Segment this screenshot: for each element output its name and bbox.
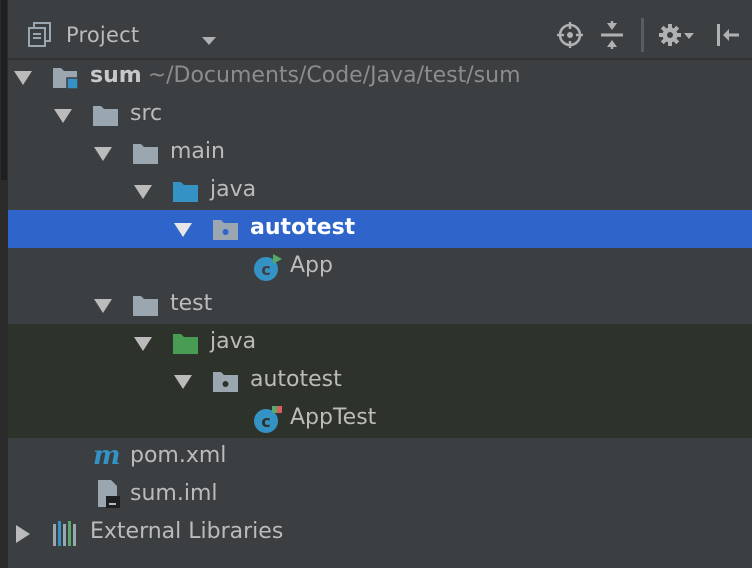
locate-icon[interactable] <box>556 21 584 49</box>
project-toolbar: Project <box>8 12 752 60</box>
expand-arrow-icon[interactable] <box>174 374 192 389</box>
tree-node-label: sum ~/Documents/Code/Java/test/sum <box>90 63 521 88</box>
tree-node-path: ~/Documents/Code/Java/test/sum <box>147 63 521 88</box>
expand-arrow-icon[interactable] <box>134 184 152 199</box>
left-edge-strip <box>0 0 8 568</box>
tree-node-main-java[interactable]: java <box>8 172 752 210</box>
svg-text:m: m <box>93 442 121 470</box>
expand-arrow-icon[interactable] <box>16 525 30 543</box>
gear-icon[interactable] <box>657 21 699 49</box>
source-folder-icon <box>172 178 200 204</box>
libraries-icon <box>52 520 80 546</box>
tree-node-src[interactable]: src <box>8 96 752 134</box>
tree-node-apptest-class[interactable]: c AppTest <box>8 400 752 438</box>
tree-node-label: main <box>170 139 225 164</box>
maven-file-icon: m <box>92 441 121 471</box>
runnable-class-icon: c <box>252 253 282 283</box>
folder-icon <box>132 292 160 318</box>
tree-node-label: pom.xml <box>130 443 227 468</box>
tree-node-label: sum.iml <box>130 481 218 506</box>
tree-node-label: src <box>130 101 163 126</box>
package-icon <box>212 216 240 242</box>
expand-arrow-icon[interactable] <box>174 222 192 237</box>
tree-node-label: App <box>290 253 333 278</box>
tree-node-external-libraries[interactable]: External Libraries <box>8 514 752 552</box>
tree-node-test-java[interactable]: java <box>8 324 752 362</box>
tree-node-app-class[interactable]: c App <box>8 248 752 286</box>
project-view-selector[interactable]: Project <box>66 23 139 47</box>
tree-node-test-package[interactable]: autotest <box>8 362 752 400</box>
expand-arrow-icon[interactable] <box>14 70 32 85</box>
expand-arrow-icon[interactable] <box>94 298 112 313</box>
tree-node-label: java <box>210 177 257 202</box>
tree-node-main[interactable]: main <box>8 134 752 172</box>
tree-node-label: test <box>170 291 213 316</box>
module-folder-icon <box>52 64 80 90</box>
tree-node-pom[interactable]: m pom.xml <box>8 438 752 476</box>
test-folder-icon <box>172 330 200 356</box>
folder-icon <box>92 102 120 128</box>
collapse-all-icon[interactable] <box>598 21 626 49</box>
tree-node-root[interactable]: sum ~/Documents/Code/Java/test/sum <box>8 58 752 96</box>
expand-arrow-icon[interactable] <box>134 336 152 351</box>
chevron-down-icon[interactable] <box>202 31 216 50</box>
project-view-icon <box>28 22 52 52</box>
tree-node-test[interactable]: test <box>8 286 752 324</box>
hide-panel-icon[interactable] <box>714 21 742 49</box>
folder-icon <box>132 140 160 166</box>
expand-arrow-icon[interactable] <box>54 108 72 123</box>
tree-node-label: autotest <box>250 215 356 240</box>
tree-node-label: AppTest <box>290 405 377 430</box>
svg-text:c: c <box>261 260 270 279</box>
svg-text:c: c <box>261 412 270 431</box>
tree-node-label: autotest <box>250 367 342 392</box>
toolbar-separator <box>641 18 644 52</box>
test-class-icon: c <box>252 405 282 435</box>
expand-arrow-icon[interactable] <box>94 146 112 161</box>
tree-node-iml[interactable]: sum.iml <box>8 476 752 514</box>
iml-file-icon <box>96 479 124 508</box>
package-icon <box>212 368 240 394</box>
tree-node-label: External Libraries <box>90 519 284 544</box>
tree-node-label: java <box>210 329 257 354</box>
tree-node-main-package[interactable]: autotest <box>8 210 752 248</box>
